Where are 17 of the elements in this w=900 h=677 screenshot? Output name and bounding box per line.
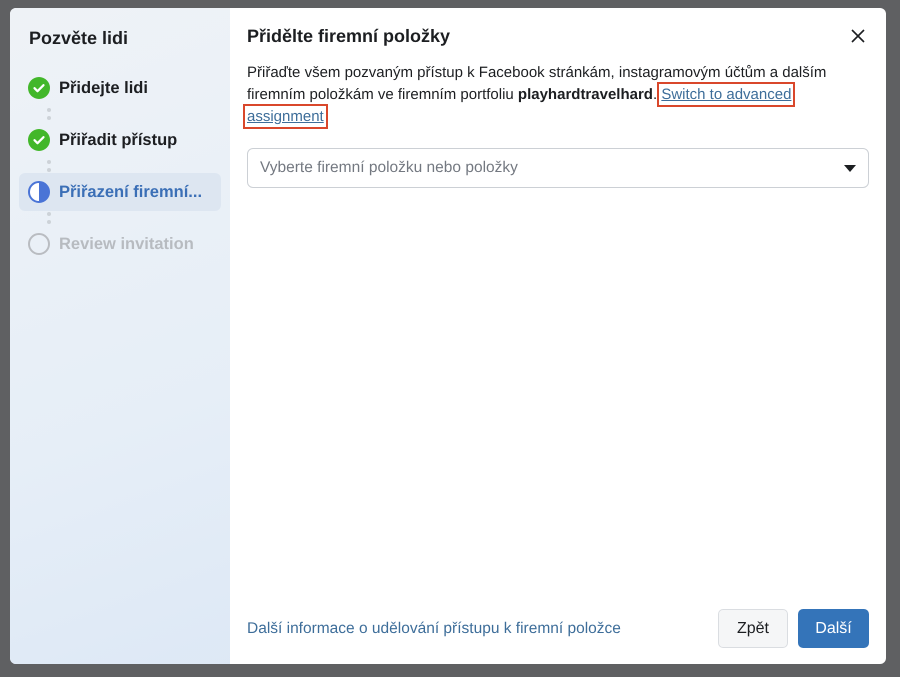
caret-icon xyxy=(844,164,856,172)
step-item[interactable]: Přiřadit přístup xyxy=(19,121,221,159)
half-circle-icon xyxy=(28,181,50,203)
select-placeholder: Vyberte firemní položku nebo položky xyxy=(260,159,518,177)
step-item[interactable]: Přidejte lidi xyxy=(19,69,221,107)
description-text: Přiřaďte všem pozvaným přístup k Facebook stránkám, instagramovým účtům a dalším firemním položkám ve firemním portfoliu playhardtravelhard. Switch to advanced assignment xyxy=(247,62,869,128)
check-icon xyxy=(28,129,50,151)
next-button[interactable]: Další xyxy=(798,609,869,648)
check-icon xyxy=(28,77,50,99)
step-item[interactable]: Přiřazení firemní... xyxy=(19,173,221,211)
back-button[interactable]: Zpět xyxy=(718,609,788,648)
help-link[interactable]: Další informace o udělování přístupu k firemní položce xyxy=(247,620,621,638)
asset-select[interactable]: Vyberte firemní položku nebo položky xyxy=(247,148,869,188)
close-button[interactable] xyxy=(850,28,866,44)
empty-circle-icon xyxy=(28,233,50,255)
dialog-title: Přidělte firemní položky xyxy=(247,26,450,47)
sidebar-title: Pozvěte lidi xyxy=(29,28,128,49)
